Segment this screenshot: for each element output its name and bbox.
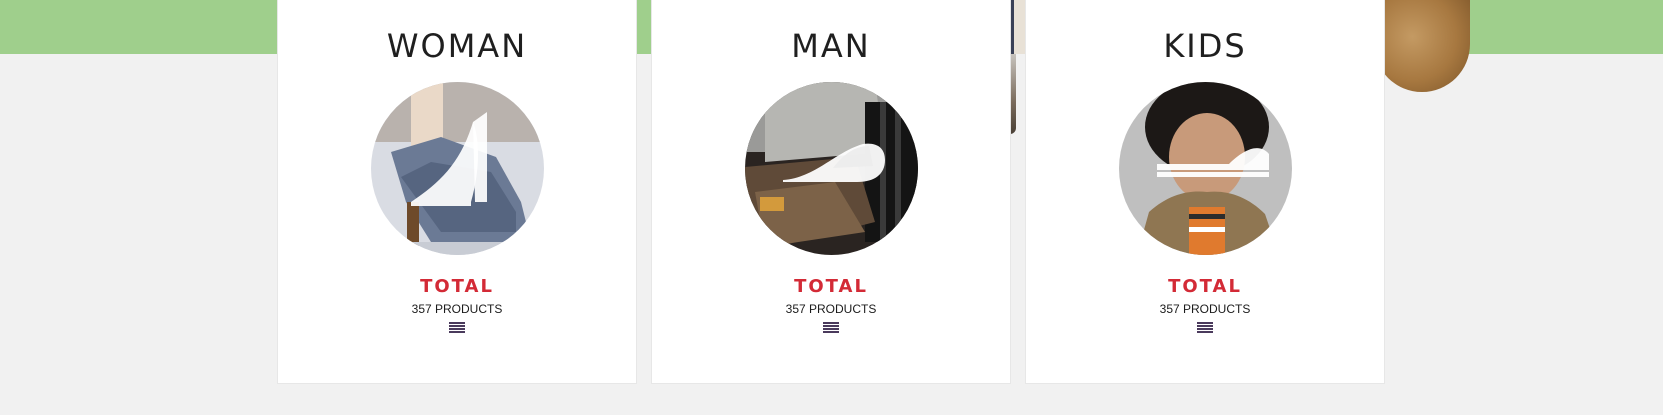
high-heel-shoe-icon: [371, 82, 544, 255]
oxford-shoe-icon: [745, 82, 918, 255]
category-card-man[interactable]: MAN TOTAL 357 PRODUCTS: [651, 0, 1011, 384]
category-card-woman[interactable]: WOMAN TOTAL 357 PRODUCTS: [277, 0, 637, 384]
products-count: 357 PRODUCTS: [1159, 302, 1251, 316]
category-title: WOMAN: [386, 27, 528, 65]
category-image-man[interactable]: [745, 82, 918, 255]
list-icon[interactable]: [449, 322, 465, 334]
banner-photo-object: [1374, 0, 1470, 92]
list-icon[interactable]: [1197, 322, 1213, 334]
category-image-woman[interactable]: [371, 82, 544, 255]
category-image-kids[interactable]: [1119, 82, 1292, 255]
category-title: MAN: [791, 27, 871, 65]
products-count: 357 PRODUCTS: [785, 302, 877, 316]
total-label: TOTAL: [420, 276, 494, 297]
list-icon[interactable]: [823, 322, 839, 334]
category-title: KIDS: [1163, 27, 1247, 65]
total-label: TOTAL: [794, 276, 868, 297]
products-count: 357 PRODUCTS: [411, 302, 503, 316]
category-card-kids[interactable]: KIDS TOTAL 357 PRODUCTS: [1025, 0, 1385, 384]
category-cards: WOMAN TOTAL 357 PRODUCTS MAN TOTAL 357 P…: [277, 0, 1387, 385]
sneaker-icon: [1119, 82, 1292, 255]
total-label: TOTAL: [1168, 276, 1242, 297]
